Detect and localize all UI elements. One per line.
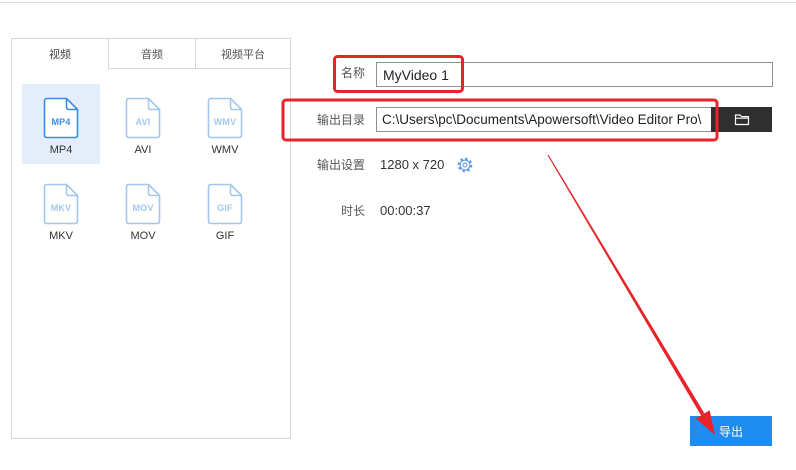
gear-icon <box>457 157 473 173</box>
file-icon-text: MKV <box>50 203 72 213</box>
file-icon-text: MP4 <box>51 117 71 127</box>
tab-video-platform[interactable]: 视频平台 <box>195 39 290 69</box>
output-dir-input[interactable] <box>376 107 712 132</box>
file-icon-text: MOV <box>132 203 154 213</box>
format-label: MKV <box>49 230 73 242</box>
tab-label: 视频 <box>49 48 71 61</box>
mkv-file-icon: MKV <box>43 183 79 225</box>
file-icon-text: GIF <box>217 203 233 213</box>
folder-icon <box>734 114 749 126</box>
mov-file-icon: MOV <box>125 183 161 225</box>
output-dir-label: 输出目录 <box>316 113 365 127</box>
format-label: GIF <box>215 230 235 242</box>
format-label: MOV <box>130 230 156 242</box>
tab-audio[interactable]: 音频 <box>108 39 195 69</box>
annotation-arrow-shaft <box>547 154 705 416</box>
format-tile-mp4[interactable]: MP4 MP4 <box>22 84 100 164</box>
file-icon-text: AVI <box>135 117 151 127</box>
format-panel: 视频 音频 视频平台 MP4 MP4 AVI AVI WMV WMV MKV M… <box>11 38 291 439</box>
format-tile-wmv[interactable]: WMV WMV <box>186 84 264 164</box>
export-button-label: 导出 <box>718 424 743 439</box>
tab-label: 音频 <box>141 48 163 61</box>
file-icon-text: WMV <box>213 117 237 127</box>
name-label: 名称 <box>340 66 365 80</box>
format-tile-mov[interactable]: MOV MOV <box>104 170 182 250</box>
export-button[interactable]: 导出 <box>690 416 772 446</box>
format-tile-gif[interactable]: GIF GIF <box>186 170 264 250</box>
format-tile-mkv[interactable]: MKV MKV <box>22 170 100 250</box>
window-top-border <box>0 2 796 3</box>
duration-label: 时长 <box>340 204 365 218</box>
format-label: AVI <box>134 144 152 156</box>
browse-folder-button[interactable] <box>711 107 772 132</box>
output-settings-button[interactable] <box>457 157 473 173</box>
gif-file-icon: GIF <box>207 183 243 225</box>
duration-value: 00:00:37 <box>380 203 431 218</box>
format-label: WMV <box>211 144 239 156</box>
format-tabs: 视频 音频 视频平台 <box>12 39 290 69</box>
mp4-file-icon: MP4 <box>43 97 79 139</box>
tab-video[interactable]: 视频 <box>12 39 108 69</box>
avi-file-icon: AVI <box>125 97 161 139</box>
format-grid: MP4 MP4 AVI AVI WMV WMV MKV MKV MOV MOV … <box>22 84 264 250</box>
format-tile-avi[interactable]: AVI AVI <box>104 84 182 164</box>
name-input[interactable] <box>376 62 773 87</box>
wmv-file-icon: WMV <box>207 97 243 139</box>
tab-label: 视频平台 <box>221 48 265 61</box>
output-settings-label: 输出设置 <box>316 158 365 172</box>
format-label: MP4 <box>49 144 73 156</box>
resolution-value: 1280 x 720 <box>380 157 445 172</box>
